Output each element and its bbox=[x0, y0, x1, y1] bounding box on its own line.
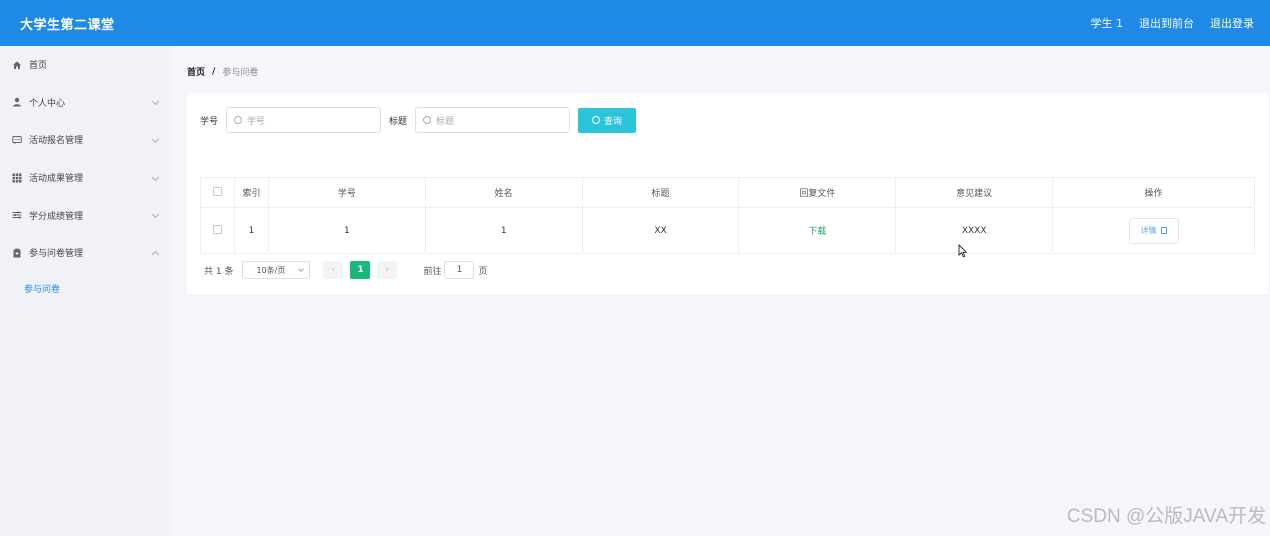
select-all-checkbox[interactable] bbox=[212, 186, 222, 196]
query-button[interactable]: 查询 bbox=[578, 107, 637, 133]
back-to-frontend-link[interactable]: 退出到前台 bbox=[1139, 15, 1194, 31]
top-bar: 大学生第二课堂 学生 1 退出到前台 退出登录 bbox=[0, 0, 1270, 46]
sidebar-item-activity-results[interactable]: 活动成果管理 bbox=[0, 159, 172, 197]
file-cell: 下载 bbox=[738, 207, 897, 254]
title-cell: XX bbox=[581, 207, 740, 254]
breadcrumb-current: 参与问卷 bbox=[222, 68, 259, 78]
column-header: 姓名 bbox=[424, 177, 583, 208]
sidebar-item-label: 首页 bbox=[29, 61, 48, 72]
title-label: 标题 bbox=[389, 116, 408, 127]
prev-page-button[interactable]: ‹ bbox=[323, 261, 344, 279]
student-id-cell: 1 bbox=[267, 207, 426, 254]
home-icon bbox=[12, 60, 22, 70]
column-header: 回复文件 bbox=[738, 177, 897, 208]
action-cell: 详情 bbox=[1052, 207, 1255, 254]
sliders-icon bbox=[12, 210, 22, 220]
clipboard-icon bbox=[12, 248, 22, 258]
main-content: 首页 / 参与问卷 学号 学号 标题 标题 查询 索引 学号 姓名 标题 回复文… bbox=[172, 46, 1270, 536]
detail-button-label: 详情 bbox=[1140, 226, 1157, 235]
message-icon bbox=[12, 135, 22, 145]
chevron-up-icon bbox=[151, 250, 160, 258]
page-size-value: 10条/页 bbox=[256, 265, 286, 275]
student-id-placeholder: 学号 bbox=[247, 116, 266, 127]
search-icon bbox=[592, 116, 601, 124]
sidebar-item-label: 参与问卷管理 bbox=[29, 249, 84, 260]
breadcrumb: 首页 / 参与问卷 bbox=[187, 65, 259, 79]
query-button-label: 查询 bbox=[604, 116, 623, 127]
sidebar-item-personal-center[interactable]: 个人中心 bbox=[0, 84, 172, 122]
page-size-select[interactable]: 10条/页 bbox=[242, 261, 311, 279]
chevron-left-icon: ‹ bbox=[331, 265, 336, 275]
goto-label: 前往 bbox=[423, 266, 442, 277]
breadcrumb-home[interactable]: 首页 bbox=[187, 65, 205, 78]
column-header: 意见建议 bbox=[895, 177, 1054, 208]
search-form: 学号 学号 标题 标题 查询 bbox=[200, 107, 637, 133]
download-link[interactable]: 下载 bbox=[808, 227, 826, 237]
chevron-down-icon bbox=[151, 135, 160, 144]
goto-suffix: 页 bbox=[478, 266, 488, 277]
table-row: 1 1 1 XX 下载 XXXX 详情 bbox=[200, 207, 1255, 254]
next-page-button[interactable]: › bbox=[377, 261, 398, 279]
row-select-cell bbox=[200, 207, 235, 254]
grid-icon bbox=[12, 173, 22, 183]
search-icon bbox=[234, 116, 243, 124]
title-input[interactable]: 标题 bbox=[415, 107, 571, 133]
sidebar-item-survey-management[interactable]: 参与问卷管理 bbox=[0, 234, 172, 272]
sidebar-item-credit-scores[interactable]: 学分成绩管理 bbox=[0, 196, 172, 234]
table-header-row: 索引 学号 姓名 标题 回复文件 意见建议 操作 bbox=[200, 177, 1255, 208]
chevron-down-icon bbox=[151, 173, 160, 181]
sidebar-item-label: 学分成绩管理 bbox=[29, 211, 84, 222]
chevron-right-icon: › bbox=[385, 265, 390, 275]
user-icon bbox=[12, 97, 22, 107]
column-header: 索引 bbox=[233, 177, 269, 208]
student-id-label: 学号 bbox=[200, 116, 219, 127]
logout-link[interactable]: 退出登录 bbox=[1210, 15, 1254, 31]
index-cell: 1 bbox=[233, 207, 269, 254]
mouse-cursor-icon bbox=[958, 244, 968, 258]
survey-table: 索引 学号 姓名 标题 回复文件 意见建议 操作 1 1 1 XX 下载 XXX… bbox=[200, 177, 1255, 254]
content-card: 学号 学号 标题 标题 查询 索引 学号 姓名 标题 回复文件 意见建议 操作 … bbox=[187, 93, 1268, 294]
pagination: 共 1 条 10条/页 ‹ 1 › 前往 1 页 bbox=[204, 261, 487, 279]
detail-button[interactable]: 详情 bbox=[1128, 217, 1179, 244]
goto-page-input[interactable]: 1 bbox=[444, 261, 475, 279]
student-id-input[interactable]: 学号 bbox=[226, 107, 382, 133]
document-icon bbox=[1160, 227, 1167, 234]
name-cell: 1 bbox=[424, 207, 583, 254]
title-placeholder: 标题 bbox=[436, 116, 455, 127]
sidebar-item-label: 活动成果管理 bbox=[29, 174, 84, 185]
sidebar: 首页 个人中心 活动报名管理 活动成果管理 学分成绩管理 参与问卷管理 参与问卷 bbox=[0, 46, 172, 536]
column-header: 学号 bbox=[267, 177, 426, 208]
chevron-down-icon bbox=[151, 98, 160, 106]
sidebar-item-activity-signup[interactable]: 活动报名管理 bbox=[0, 121, 172, 159]
sidebar-item-label: 个人中心 bbox=[29, 98, 66, 109]
column-header: 操作 bbox=[1052, 177, 1255, 208]
suggestion-cell: XXXX bbox=[895, 207, 1054, 254]
row-checkbox[interactable] bbox=[212, 224, 222, 234]
watermark: CSDN @公版JAVA开发 bbox=[1066, 506, 1266, 527]
current-user-link[interactable]: 学生 1 bbox=[1091, 15, 1124, 31]
chevron-down-icon bbox=[151, 211, 160, 219]
breadcrumb-separator: / bbox=[212, 66, 216, 77]
column-header: 标题 bbox=[581, 177, 740, 208]
header-actions: 学生 1 退出到前台 退出登录 bbox=[1091, 15, 1255, 31]
app-title: 大学生第二课堂 bbox=[20, 17, 115, 33]
sidebar-subitem-survey[interactable]: 参与问卷 bbox=[0, 272, 172, 306]
search-icon bbox=[423, 116, 432, 124]
sidebar-item-home[interactable]: 首页 bbox=[0, 46, 172, 84]
chevron-down-icon bbox=[298, 266, 305, 272]
select-all-cell bbox=[200, 177, 235, 208]
page-number-button[interactable]: 1 bbox=[350, 261, 371, 279]
total-count: 共 1 条 bbox=[204, 266, 234, 277]
sidebar-item-label: 活动报名管理 bbox=[29, 136, 84, 147]
